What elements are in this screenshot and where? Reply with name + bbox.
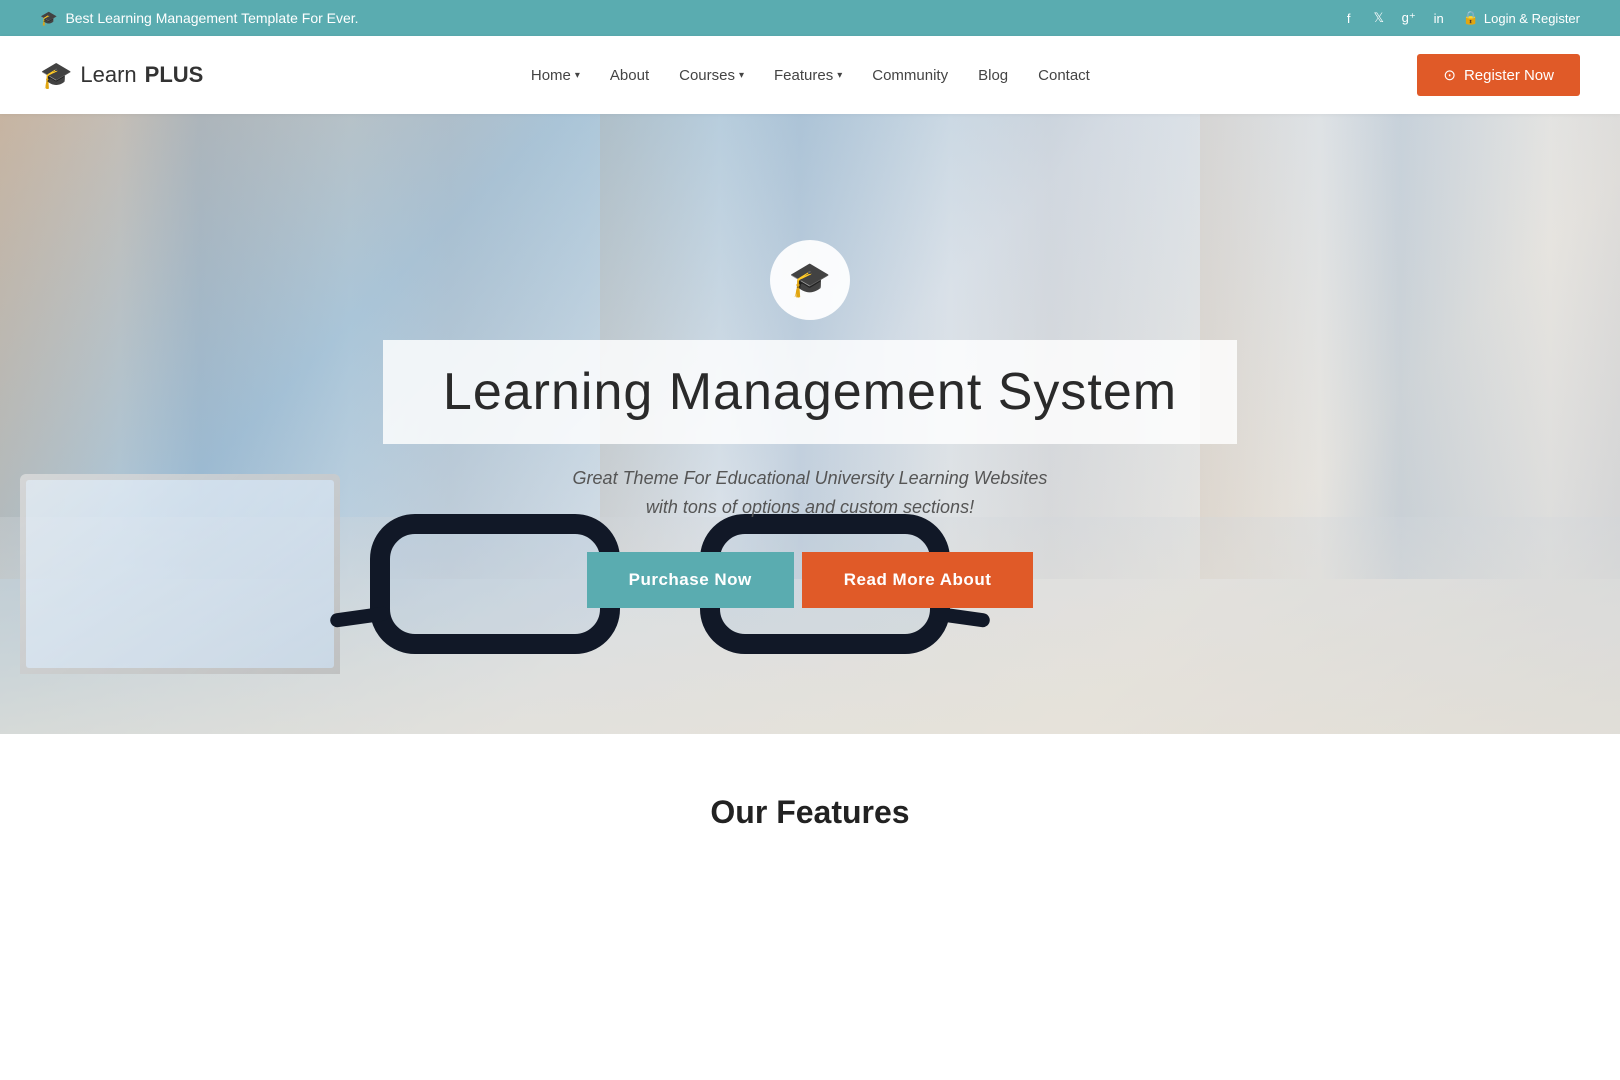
courses-chevron: ▾: [739, 70, 744, 81]
top-bar-right: f 𝕏 g⁺ in 🔒 Login & Register: [1339, 8, 1580, 28]
nav-about[interactable]: About: [610, 67, 649, 84]
twitter-icon[interactable]: 𝕏: [1369, 8, 1389, 28]
features-title: Our Features: [40, 794, 1580, 831]
hero-title-box: Learning Management System: [383, 340, 1237, 444]
nav-courses[interactable]: Courses ▾: [679, 67, 744, 84]
facebook-icon[interactable]: f: [1339, 8, 1359, 28]
nav-blog[interactable]: Blog: [978, 67, 1008, 84]
logo[interactable]: 🎓 Learn PLUS: [40, 60, 203, 91]
register-icon: ⊙: [1443, 66, 1456, 84]
hero-subtitle: Great Theme For Educational University L…: [573, 464, 1048, 522]
announcement-text: Best Learning Management Template For Ev…: [65, 10, 358, 26]
hero-graduation-icon: 🎓: [789, 260, 831, 300]
nav-contact[interactable]: Contact: [1038, 67, 1090, 84]
hero-section: 🎓 Learning Management System Great Theme…: [0, 114, 1620, 734]
register-button[interactable]: ⊙ Register Now: [1417, 54, 1580, 96]
purchase-now-button[interactable]: Purchase Now: [587, 552, 794, 608]
logo-plus-text: PLUS: [145, 62, 204, 88]
nav-home[interactable]: Home ▾: [531, 67, 580, 84]
features-section: Our Features: [0, 734, 1620, 871]
login-register-link[interactable]: 🔒 Login & Register: [1463, 10, 1580, 26]
nav-features[interactable]: Features ▾: [774, 67, 842, 84]
home-chevron: ▾: [575, 70, 580, 81]
hero-subtitle-line2: with tons of options and custom sections…: [646, 497, 974, 517]
hero-subtitle-line1: Great Theme For Educational University L…: [573, 468, 1048, 488]
logo-icon: 🎓: [40, 60, 72, 91]
login-register-text: Login & Register: [1484, 11, 1580, 26]
top-bar-announcement: 🎓 Best Learning Management Template For …: [40, 10, 359, 27]
top-bar: 🎓 Best Learning Management Template For …: [0, 0, 1620, 36]
social-icons: f 𝕏 g⁺ in: [1339, 8, 1449, 28]
linkedin-icon[interactable]: in: [1429, 8, 1449, 28]
nav-links: Home ▾ About Courses ▾ Features ▾ Commun…: [531, 67, 1090, 84]
graduation-cap-icon: 🎓: [40, 10, 57, 27]
read-more-button[interactable]: Read More About: [802, 552, 1034, 608]
hero-icon-circle: 🎓: [770, 240, 850, 320]
hero-buttons: Purchase Now Read More About: [587, 552, 1034, 608]
logo-learn-text: Learn: [80, 62, 136, 88]
features-chevron: ▾: [837, 70, 842, 81]
hero-title: Learning Management System: [443, 362, 1177, 422]
googleplus-icon[interactable]: g⁺: [1399, 8, 1419, 28]
register-label: Register Now: [1464, 67, 1554, 84]
lock-icon: 🔒: [1463, 10, 1479, 26]
nav-community[interactable]: Community: [872, 67, 948, 84]
navbar: 🎓 Learn PLUS Home ▾ About Courses ▾ Featu…: [0, 36, 1620, 114]
hero-content: 🎓 Learning Management System Great Theme…: [383, 240, 1237, 608]
